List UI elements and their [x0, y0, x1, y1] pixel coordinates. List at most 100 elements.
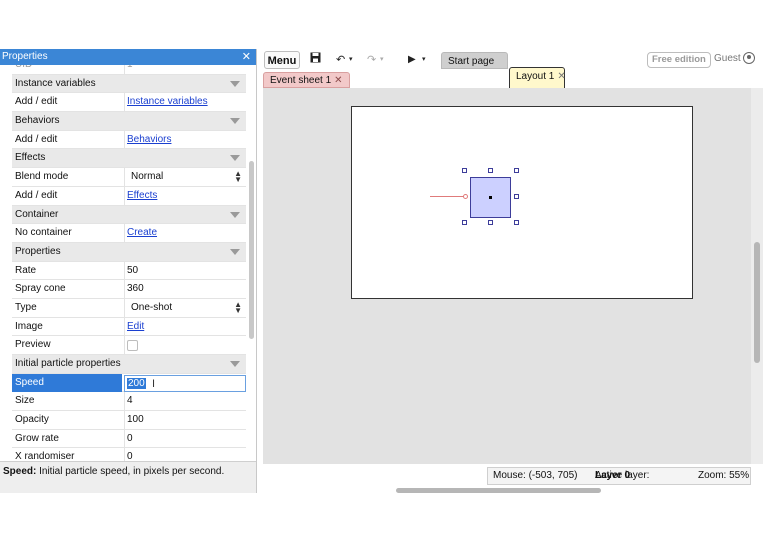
resize-handle[interactable] [488, 168, 493, 173]
tab-label: Start page [448, 56, 495, 67]
property-row-speed: Speed 200 I [12, 373, 246, 393]
properties-panel: Properties ✕ UID1Instance variablesAdd /… [0, 49, 257, 493]
section-header-container[interactable]: Container [12, 205, 246, 225]
angle-indicator [430, 196, 465, 197]
property-row-no-container: No container Create [12, 224, 246, 243]
app-window: Properties ✕ UID1Instance variablesAdd /… [0, 49, 763, 493]
collapse-icon[interactable] [230, 248, 240, 255]
help-description: Initial particle speed, in pixels per se… [36, 466, 225, 477]
property-row-opacity: Opacity 100 [12, 411, 246, 430]
redo-icon[interactable]: ↷ [367, 52, 376, 68]
select-value: Normal [131, 171, 164, 183]
property-row-x-randomiser: X randomiser 0 [12, 448, 246, 461]
layout-editor: Menu ↶ ▾ ↷ ▾ ▶ ▾ Start page Layout 1 ✕ Fr… [260, 49, 763, 493]
resize-handle[interactable] [514, 194, 519, 199]
property-label: Blend mode [15, 171, 69, 183]
property-label: Add / edit [15, 189, 58, 201]
help-property-name: Speed: [3, 466, 37, 477]
property-select[interactable]: One-shot ▲ ▼ [124, 298, 246, 317]
collapse-icon[interactable] [230, 361, 240, 367]
angle-handle[interactable] [463, 194, 468, 199]
section-header-effects[interactable]: Effects [12, 149, 246, 169]
main-toolbar: Menu ↶ ▾ ↷ ▾ ▶ ▾ Start page Layout 1 ✕ Fr… [260, 49, 763, 260]
property-label: X randomiser [15, 451, 75, 461]
property-row-rate: Rate 50 [12, 261, 246, 281]
properties-title: Properties [2, 51, 48, 62]
save-icon[interactable] [310, 52, 321, 68]
resize-handle[interactable] [514, 220, 519, 225]
property-label: Add / edit [15, 96, 58, 108]
property-value[interactable]: 360 [124, 280, 246, 299]
property-label: Speed [12, 373, 122, 392]
property-value[interactable]: 100 [124, 411, 246, 430]
undo-dropdown-icon[interactable]: ▾ [349, 52, 353, 68]
origin-point [489, 196, 492, 199]
property-label: Spray cone [15, 283, 66, 295]
property-row-image: Image Edit [12, 317, 246, 337]
tab-start-page[interactable]: Start page [441, 52, 508, 69]
user-label[interactable]: Guest [714, 52, 741, 66]
property-value[interactable]: 0 [124, 429, 246, 448]
property-value[interactable]: 1 [124, 65, 246, 74]
property-link[interactable]: Behaviors [127, 134, 171, 145]
property-link[interactable]: Instance variables [127, 96, 208, 107]
property-value[interactable]: 4 [124, 392, 246, 411]
property-help-text: Speed: Initial particle speed, in pixels… [0, 461, 256, 493]
collapse-icon[interactable] [230, 118, 240, 125]
property-row-add-edit: Add / edit Effects [12, 186, 246, 206]
property-label: No container [15, 227, 72, 239]
section-header-instance-variables[interactable]: Instance variables [12, 74, 246, 94]
property-value: Edit [124, 317, 246, 336]
undo-icon[interactable]: ↶ [336, 52, 345, 68]
property-row-add-edit: Add / edit Behaviors [12, 130, 246, 150]
properties-scrollbar[interactable] [249, 161, 254, 339]
layout-area[interactable] [351, 106, 693, 299]
vertical-scroll-thumb[interactable] [754, 242, 760, 363]
properties-titlebar: Properties ✕ [0, 49, 256, 65]
section-header-properties[interactable]: Properties [12, 242, 246, 262]
property-value[interactable]: 0 [124, 448, 246, 461]
property-row-grow-rate: Grow rate 0 [12, 429, 246, 449]
particles-object[interactable] [470, 177, 511, 218]
property-select[interactable]: Normal ▲ ▼ [124, 168, 246, 187]
close-icon[interactable]: ✕ [242, 49, 251, 65]
tab-event-sheet-1[interactable]: Event sheet 1 ✕ [263, 72, 350, 88]
resize-handle[interactable] [462, 220, 467, 225]
horizontal-scroll-thumb[interactable] [396, 488, 601, 493]
collapse-icon[interactable] [230, 80, 240, 87]
edition-badge[interactable]: Free edition [647, 52, 711, 68]
property-input[interactable]: 200 I [124, 374, 246, 392]
property-value: Behaviors [124, 130, 246, 149]
layout-canvas[interactable] [263, 88, 751, 464]
section-header-initial-particle-properties[interactable]: Initial particle properties [12, 355, 246, 374]
property-value: Effects [124, 186, 246, 205]
play-icon[interactable]: ▶ [408, 52, 416, 68]
property-row-add-edit: Add / edit Instance variables [12, 93, 246, 113]
select-value: One-shot [131, 301, 173, 313]
property-value: Instance variables [124, 93, 246, 112]
preview-checkbox[interactable] [127, 340, 138, 352]
user-icon[interactable] [743, 52, 755, 64]
close-tab-icon[interactable]: ✕ [334, 75, 342, 86]
section-title: Initial particle properties [15, 358, 121, 369]
redo-dropdown-icon[interactable]: ▾ [380, 52, 384, 68]
section-title: Container [15, 208, 59, 220]
property-link[interactable]: Edit [127, 321, 144, 332]
section-header-behaviors[interactable]: Behaviors [12, 112, 246, 131]
collapse-icon[interactable] [230, 211, 240, 218]
text-cursor-icon: I [152, 377, 156, 390]
sub-tabs: Event sheet 1 ✕ [260, 71, 763, 88]
select-arrows-icon: ▲ ▼ [234, 169, 242, 185]
property-link[interactable]: Create [127, 227, 157, 238]
mouse-position: Mouse: (-503, 705) [493, 470, 578, 481]
property-label: Size [15, 395, 35, 407]
property-value[interactable]: 50 [124, 261, 246, 280]
play-dropdown-icon[interactable]: ▾ [422, 52, 426, 68]
resize-handle[interactable] [488, 220, 493, 225]
property-row-size: Size 4 [12, 392, 246, 412]
property-link[interactable]: Effects [127, 190, 157, 201]
resize-handle[interactable] [514, 168, 519, 173]
resize-handle[interactable] [462, 168, 467, 173]
menu-button[interactable]: Menu [264, 51, 300, 69]
collapse-icon[interactable] [230, 155, 240, 162]
